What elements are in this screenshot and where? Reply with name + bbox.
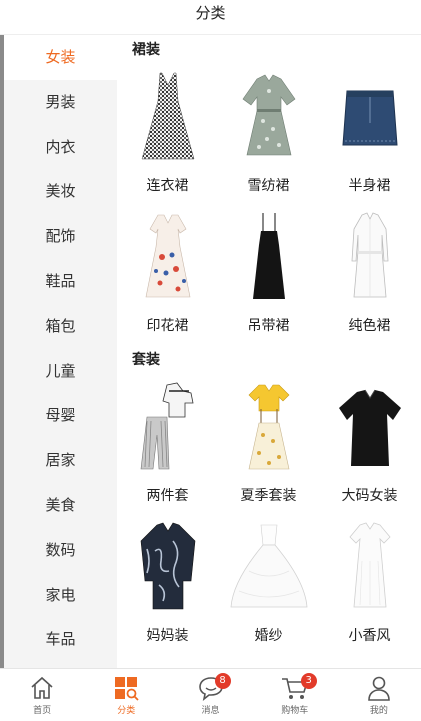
sidebar-item-underwear[interactable]: 内衣 — [4, 125, 117, 170]
sidebar-item-label: 母婴 — [45, 406, 76, 425]
home-icon — [31, 676, 53, 699]
sidebar-item-shoes[interactable]: 鞋品 — [4, 259, 117, 304]
product-label: 纯色裙 — [348, 318, 391, 334]
two-piece-set-image — [127, 379, 209, 477]
product-label: 夏季套装 — [240, 488, 297, 504]
sidebar-item-label: 数码 — [45, 540, 76, 559]
wedding-gown-image — [228, 519, 310, 617]
product-label: 小香风 — [348, 628, 391, 644]
denim-skirt-image — [329, 69, 411, 167]
product-label: 印花裙 — [146, 318, 189, 334]
product-cell-solid-dress[interactable]: 纯色裙 — [319, 205, 420, 345]
tab-label: 消息 — [201, 706, 220, 716]
sidebar-item-label: 美妆 — [45, 182, 76, 201]
tab-label: 购物车 — [281, 706, 309, 716]
tab-messages[interactable]: 8 消息 — [168, 669, 252, 721]
category-content: 裙装 连衣裙 雪纺裙 半身裙 印花裙 吊带裙 纯色裙 套装 两件套 夏季套装 大… — [117, 35, 421, 668]
section-title: 裙装 — [132, 42, 160, 58]
plus-size-top-image — [329, 379, 411, 477]
sidebar-item-label: 内衣 — [45, 137, 76, 156]
chanel-style-dress-image — [329, 519, 411, 617]
sidebar-item-label: 配饰 — [45, 227, 76, 246]
print-dress-image — [127, 209, 209, 307]
sidebar-item-label: 儿童 — [45, 361, 76, 380]
product-cell-print-dress[interactable]: 印花裙 — [117, 205, 218, 345]
sidebar-item-food[interactable]: 美食 — [4, 483, 117, 528]
product-label: 雪纺裙 — [247, 178, 290, 194]
sidebar-item-label: 鞋品 — [45, 271, 76, 290]
product-label: 婚纱 — [254, 628, 283, 644]
sidebar-item-label: 女装 — [45, 48, 76, 66]
sidebar-item-label: 男装 — [45, 92, 76, 111]
chiffon-dress-image — [228, 69, 310, 167]
tab-home[interactable]: 首页 — [0, 669, 84, 721]
sidebar-item-label: 美食 — [45, 495, 76, 514]
tab-cart[interactable]: 3 购物车 — [253, 669, 337, 721]
tab-label: 首页 — [33, 706, 52, 716]
gingham-dress-image — [127, 69, 209, 167]
product-cell-denim-skirt[interactable]: 半身裙 — [319, 65, 420, 205]
bottom-tab-bar: 首页 分类 8 消息 3 购物车 我的 — [0, 668, 421, 721]
product-label: 大码女装 — [341, 488, 398, 504]
category-sidebar: 女装 男装 内衣 美妆 配饰 鞋品 箱包 儿童 母婴 居家 美食 数码 家电 车… — [0, 35, 117, 668]
product-label: 连衣裙 — [146, 178, 189, 194]
sidebar-item-accessories[interactable]: 配饰 — [4, 214, 117, 259]
page-header: 分类 — [0, 0, 421, 35]
sidebar-item-label: 车品 — [45, 630, 76, 649]
cart-count-badge: 3 — [300, 673, 317, 689]
product-cell-gingham-dress[interactable]: 连衣裙 — [117, 65, 218, 205]
profile-icon — [368, 676, 390, 701]
sidebar-item-bags[interactable]: 箱包 — [4, 304, 117, 349]
product-label: 半身裙 — [348, 178, 391, 194]
product-cell-mom-blouse[interactable]: 妈妈装 — [117, 515, 218, 655]
sidebar-item-label: 家电 — [45, 585, 76, 604]
product-label: 两件套 — [146, 488, 189, 504]
sidebar-item-home[interactable]: 居家 — [4, 438, 117, 483]
product-cell-plus-size-top[interactable]: 大码女装 — [319, 375, 420, 515]
product-label: 妈妈装 — [146, 628, 189, 644]
solid-dress-image — [329, 209, 411, 307]
slip-dress-image — [228, 209, 310, 307]
product-cell-wedding-gown[interactable]: 婚纱 — [218, 515, 319, 655]
sidebar-item-appliances[interactable]: 家电 — [4, 573, 117, 618]
section-title: 套装 — [132, 352, 160, 368]
product-cell-chanel-style-dress[interactable]: 小香风 — [319, 515, 420, 655]
sidebar-item-digital[interactable]: 数码 — [4, 528, 117, 573]
product-cell-two-piece-set[interactable]: 两件套 — [117, 375, 218, 515]
sidebar-item-label: 箱包 — [45, 316, 76, 335]
sidebar-item-mens[interactable]: 男装 — [4, 80, 117, 125]
tab-category[interactable]: 分类 — [84, 669, 168, 721]
sidebar-item-womens[interactable]: 女装 — [4, 35, 117, 80]
sidebar-item-label: 居家 — [45, 451, 76, 470]
sidebar-item-beauty[interactable]: 美妆 — [4, 169, 117, 214]
tab-label: 我的 — [369, 706, 388, 716]
mom-blouse-image — [127, 519, 209, 617]
product-cell-slip-dress[interactable]: 吊带裙 — [218, 205, 319, 345]
sidebar-item-car[interactable]: 车品 — [4, 617, 117, 662]
sidebar-item-baby[interactable]: 母婴 — [4, 393, 117, 438]
product-cell-chiffon-dress[interactable]: 雪纺裙 — [218, 65, 319, 205]
product-label: 吊带裙 — [247, 318, 290, 334]
summer-set-image — [228, 379, 310, 477]
sidebar-item-kids[interactable]: 儿童 — [4, 349, 117, 394]
product-cell-summer-set[interactable]: 夏季套装 — [218, 375, 319, 515]
tab-profile[interactable]: 我的 — [337, 669, 421, 721]
tab-label: 分类 — [117, 706, 136, 716]
page-title: 分类 — [195, 4, 226, 22]
message-count-badge: 8 — [214, 673, 231, 689]
category-icon — [115, 677, 139, 701]
